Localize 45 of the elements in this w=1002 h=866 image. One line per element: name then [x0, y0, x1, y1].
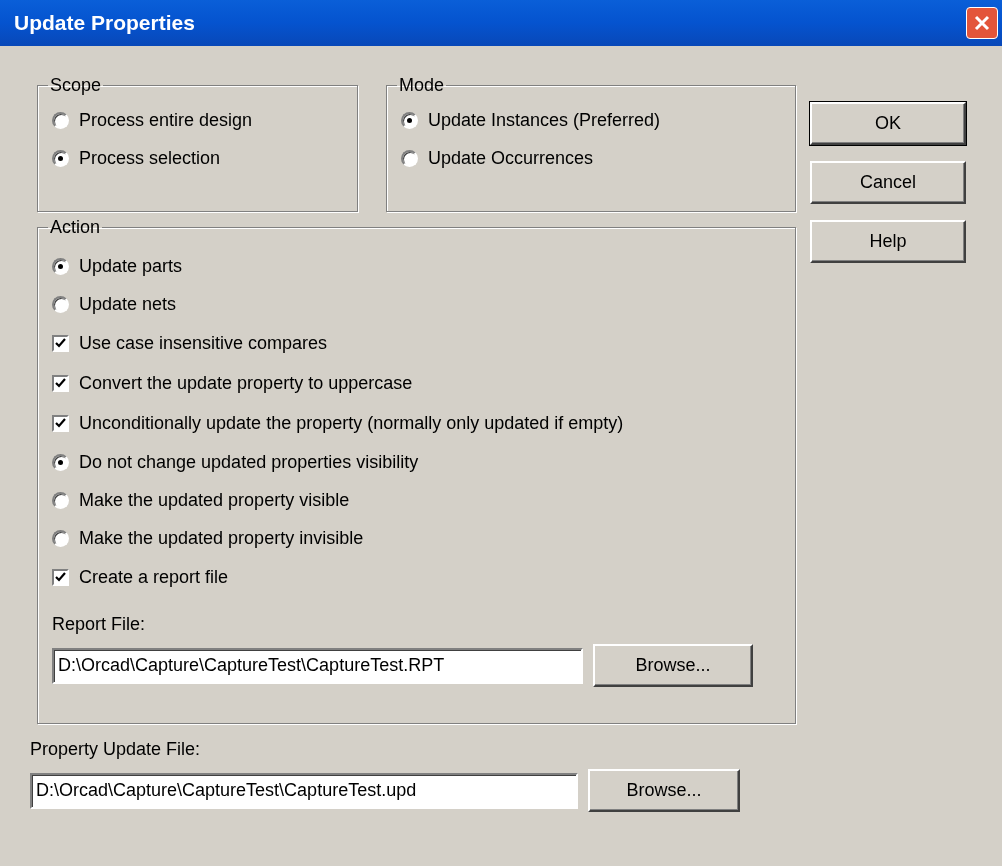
option-label: Process selection [79, 146, 221, 170]
option-label: Update nets [79, 292, 177, 316]
radio-button[interactable] [52, 257, 69, 275]
close-button[interactable] [966, 7, 998, 39]
radio-button[interactable] [52, 491, 69, 509]
group-label: Scope [49, 74, 103, 97]
option-label: Do not change updated properties visibility [79, 450, 419, 474]
radio-button[interactable] [52, 111, 69, 129]
check-icon [55, 572, 66, 582]
field-label: Report File: [52, 613, 147, 636]
check-icon [55, 378, 66, 388]
radio-button[interactable] [401, 149, 418, 167]
dialog-button[interactable]: Help [810, 220, 966, 263]
option-label: Update parts [79, 254, 183, 278]
dialog-button[interactable]: Browse... [593, 644, 753, 687]
option-label: Unconditionally update the property (normally only updated if empty) [79, 411, 624, 435]
group-label: Mode [398, 74, 446, 97]
dialog-button[interactable]: Cancel [810, 161, 966, 204]
option-label: Update Occurrences [428, 146, 594, 170]
option-label: Make the updated property invisible [79, 526, 364, 550]
checkbox[interactable] [52, 568, 69, 586]
radio-button[interactable] [52, 149, 69, 167]
radio-button[interactable] [52, 529, 69, 547]
field-label: Property Update File: [30, 738, 202, 761]
option-label: Convert the update property to uppercase [79, 371, 413, 395]
window-title: Update Properties [14, 10, 195, 37]
option-label: Use case insensitive compares [79, 331, 328, 355]
path-field[interactable]: D:\Orcad\Capture\CaptureTest\CaptureTest.upd [30, 772, 578, 809]
dialog-button[interactable]: OK [810, 102, 966, 145]
check-icon [55, 418, 66, 428]
radio-button[interactable] [52, 295, 69, 313]
path-field[interactable]: D:\Orcad\Capture\CaptureTest\CaptureTest.RPT [52, 647, 583, 684]
option-label: Update Instances (Preferred) [428, 108, 661, 132]
radio-button[interactable] [52, 453, 69, 471]
close-icon [974, 15, 990, 31]
option-label: Make the updated property visible [79, 488, 350, 512]
radio-button[interactable] [401, 111, 418, 129]
dialog-button[interactable]: Browse... [588, 769, 740, 812]
checkbox[interactable] [52, 374, 69, 392]
checkbox[interactable] [52, 414, 69, 432]
option-label: Create a report file [79, 565, 229, 589]
group-label: Action [49, 216, 102, 239]
checkbox[interactable] [52, 334, 69, 352]
check-icon [55, 338, 66, 348]
option-label: Process entire design [79, 108, 253, 132]
